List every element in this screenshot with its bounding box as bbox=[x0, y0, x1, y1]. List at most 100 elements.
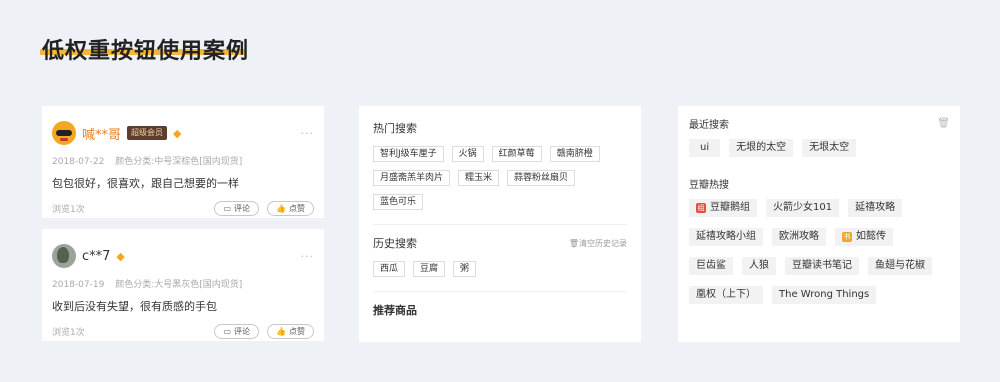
recommend-title: 推荐商品 bbox=[373, 304, 417, 317]
review-meta: 2018-07-19 颜色分类:大号黑灰色[国内现货] bbox=[52, 277, 314, 290]
douban-hot-tag[interactable]: 火箭少女101 bbox=[766, 199, 840, 217]
like-label: 点赞 bbox=[289, 327, 305, 336]
douban-hot-tag[interactable]: The Wrong Things bbox=[772, 286, 877, 304]
username[interactable]: c**7 bbox=[82, 249, 110, 264]
review-card: c**7 ◆ ··· 2018-07-19 颜色分类:大号黑灰色[国内现货] 收… bbox=[42, 229, 324, 341]
view-count: 浏览1次 bbox=[52, 205, 85, 215]
tag-label: 巨齿鲨 bbox=[696, 260, 726, 271]
diamond-icon: ◆ bbox=[116, 249, 125, 263]
tag-label: 欧洲攻略 bbox=[779, 231, 819, 242]
tag-label: 火箭少女101 bbox=[773, 202, 833, 213]
tag-label: ui bbox=[700, 142, 710, 153]
douban-group-icon: 组 bbox=[696, 203, 706, 213]
trash-icon[interactable]: 🗑 bbox=[937, 118, 950, 129]
comment-label: 评论 bbox=[234, 204, 251, 213]
hot-search-tag[interactable]: 火锅 bbox=[451, 146, 484, 162]
history-search-title: 历史搜索 bbox=[373, 237, 417, 250]
hot-search-title: 热门搜索 bbox=[373, 122, 417, 135]
douban-hot-tag[interactable]: 延禧攻略 bbox=[848, 199, 903, 217]
recent-search-tag[interactable]: 无垠太空 bbox=[802, 139, 857, 157]
douban-hot-tag[interactable]: 组豆瓣鹅组 bbox=[689, 199, 757, 217]
recent-search-title: 最近搜索 bbox=[689, 120, 729, 131]
like-button[interactable]: 👍 点赞 bbox=[267, 201, 314, 216]
recent-search-header: 最近搜索 🗑 bbox=[689, 116, 950, 131]
more-icon[interactable]: ··· bbox=[301, 127, 315, 140]
review-footer: 浏览1次 ▭ 评论 👍 点赞 bbox=[52, 324, 314, 339]
history-search-header: 历史搜索 🗑清空历史记录 bbox=[373, 235, 627, 251]
douban-hot-tag[interactable]: 欧洲攻略 bbox=[772, 228, 826, 246]
douban-hot-tag[interactable]: 书如懿传 bbox=[835, 228, 893, 246]
hot-search-tag[interactable]: 蓝色可乐 bbox=[373, 194, 424, 210]
avatar[interactable] bbox=[52, 244, 76, 268]
view-count: 浏览1次 bbox=[52, 328, 85, 338]
like-label: 点赞 bbox=[289, 204, 305, 213]
tag-label: 人狼 bbox=[749, 260, 769, 271]
review-text: 包包很好，很喜欢，跟自己想要的一样 bbox=[52, 177, 239, 190]
hot-search-tag[interactable]: 智利J级车厘子 bbox=[373, 146, 444, 162]
divider bbox=[373, 291, 627, 292]
divider bbox=[373, 224, 627, 225]
hot-search-tags: 智利J级车厘子 火锅 红颜草莓 赣南脐橙 月盛斋羔羊肉片 糯玉米 蒜蓉粉丝扇贝 … bbox=[373, 146, 627, 218]
hot-search-tag[interactable]: 糯玉米 bbox=[458, 170, 500, 186]
clear-history-button[interactable]: 🗑清空历史记录 bbox=[569, 238, 627, 249]
tag-label: 豆瓣鹅组 bbox=[710, 202, 750, 213]
douban-hot-tag[interactable]: 鱼翅与花椒 bbox=[868, 257, 932, 275]
douban-hot-title: 豆瓣热搜 bbox=[689, 180, 729, 191]
like-button[interactable]: 👍 点赞 bbox=[267, 324, 314, 339]
history-search-tag[interactable]: 豆腐 bbox=[413, 261, 446, 277]
douban-hot-tags: 组豆瓣鹅组 火箭少女101 延禧攻略 延禧攻略小组 欧洲攻略 书如懿传 巨齿鲨 … bbox=[689, 199, 950, 315]
douban-hot-tag[interactable]: 凰权（上下） bbox=[689, 286, 763, 304]
hot-search-tag[interactable]: 蒜蓉粉丝扇贝 bbox=[507, 170, 576, 186]
review-date: 2018-07-22 bbox=[52, 157, 105, 167]
review-spec: 颜色分类:大号黑灰色[国内现货] bbox=[115, 280, 243, 290]
tag-label: 无垠太空 bbox=[809, 142, 850, 153]
page-title: 低权重按钮使用案例 bbox=[42, 39, 250, 64]
hot-search-tag[interactable]: 红颜草莓 bbox=[491, 146, 542, 162]
recent-panel: 最近搜索 🗑 ui 无垠的太空 无垠太空 豆瓣热搜 组豆瓣鹅组 火箭少女101 … bbox=[678, 106, 960, 342]
review-meta: 2018-07-22 颜色分类:中号深棕色[国内现货] bbox=[52, 154, 314, 167]
tag-label: 豆瓣读书笔记 bbox=[792, 260, 852, 271]
tag-label: 凰权（上下） bbox=[696, 289, 756, 300]
comment-icon: ▭ bbox=[223, 204, 232, 213]
comment-icon: ▭ bbox=[223, 327, 232, 336]
recent-search-tags: ui 无垠的太空 无垠太空 bbox=[689, 139, 950, 168]
tag-label: 如懿传 bbox=[856, 231, 886, 242]
avatar[interactable] bbox=[52, 121, 76, 145]
tag-label: 无垠的太空 bbox=[736, 142, 787, 153]
hot-search-tag[interactable]: 月盛斋羔羊肉片 bbox=[373, 170, 451, 186]
review-text: 收到后没有失望，很有质感的手包 bbox=[52, 300, 217, 313]
tag-label: The Wrong Things bbox=[779, 289, 870, 300]
username[interactable]: 喊**哥 bbox=[82, 124, 121, 143]
tag-label: 延禧攻略 bbox=[855, 202, 896, 213]
douban-hot-tag[interactable]: 延禧攻略小组 bbox=[689, 228, 763, 246]
trash-icon: 🗑 bbox=[568, 238, 579, 248]
comment-button[interactable]: ▭ 评论 bbox=[214, 201, 260, 216]
recent-search-tag[interactable]: ui bbox=[689, 139, 721, 157]
comment-label: 评论 bbox=[234, 327, 251, 336]
history-search-tag[interactable]: 粥 bbox=[453, 261, 477, 277]
review-footer: 浏览1次 ▭ 评论 👍 点赞 bbox=[52, 201, 314, 216]
tag-label: 鱼翅与花椒 bbox=[875, 260, 925, 271]
search-panel: 热门搜索 智利J级车厘子 火锅 红颜草莓 赣南脐橙 月盛斋羔羊肉片 糯玉米 蒜蓉… bbox=[359, 106, 641, 342]
history-search-tags: 西瓜 豆腐 粥 bbox=[373, 261, 627, 285]
recent-search-tag[interactable]: 无垠的太空 bbox=[729, 139, 794, 157]
review-spec: 颜色分类:中号深棕色[国内现货] bbox=[115, 157, 243, 167]
book-icon: 书 bbox=[842, 232, 852, 242]
douban-hot-tag[interactable]: 豆瓣读书笔记 bbox=[785, 257, 859, 275]
thumb-up-icon: 👍 bbox=[276, 327, 286, 336]
diamond-icon: ◆ bbox=[173, 126, 182, 140]
douban-hot-tag[interactable]: 人狼 bbox=[742, 257, 776, 275]
tag-label: 延禧攻略小组 bbox=[696, 231, 756, 242]
review-header: c**7 ◆ ··· bbox=[52, 243, 314, 269]
comment-button[interactable]: ▭ 评论 bbox=[214, 324, 260, 339]
more-icon[interactable]: ··· bbox=[301, 250, 315, 263]
review-card: 喊**哥 超级会员 ◆ ··· 2018-07-22 颜色分类:中号深棕色[国内… bbox=[42, 106, 324, 218]
history-search-tag[interactable]: 西瓜 bbox=[373, 261, 406, 277]
clear-history-label: 清空历史记录 bbox=[579, 238, 627, 248]
vip-badge: 超级会员 bbox=[127, 126, 168, 140]
douban-hot-tag[interactable]: 巨齿鲨 bbox=[689, 257, 733, 275]
review-header: 喊**哥 超级会员 ◆ ··· bbox=[52, 120, 314, 146]
hot-search-tag[interactable]: 赣南脐橙 bbox=[549, 146, 600, 162]
thumb-up-icon: 👍 bbox=[276, 204, 286, 213]
review-date: 2018-07-19 bbox=[52, 280, 105, 290]
